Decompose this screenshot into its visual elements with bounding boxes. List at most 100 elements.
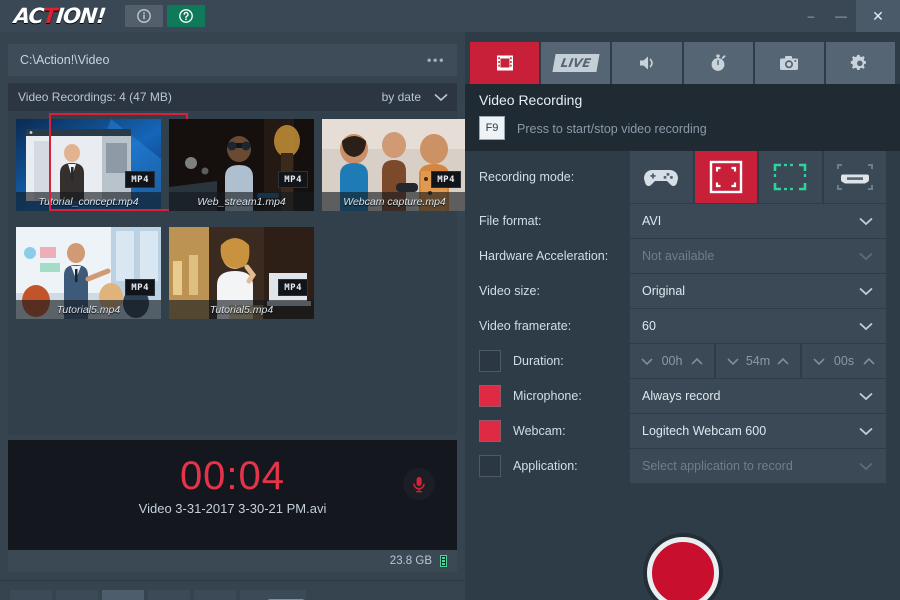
output-path-bar[interactable]: C:\Action!\Video ••• <box>8 44 457 76</box>
panel-tabs: LIVE <box>465 42 900 84</box>
mode-fullscreen[interactable] <box>694 151 757 203</box>
region-icon <box>773 163 807 191</box>
fullscreen-icon <box>709 160 742 194</box>
tab-live[interactable]: LIVE <box>541 42 611 84</box>
hotkey-hint: Press to start/stop video recording <box>517 122 707 136</box>
info-button[interactable] <box>125 5 164 27</box>
duration-minutes-stepper[interactable]: 54m <box>716 344 800 378</box>
app-logo: ACTION! <box>12 4 107 28</box>
microphone-checkbox[interactable] <box>479 385 501 407</box>
list-item[interactable]: MP4 Tutorial5.mp4 <box>169 227 314 319</box>
tab-benchmark[interactable] <box>683 42 753 84</box>
format-badge: MP4 <box>278 279 308 296</box>
sort-control[interactable]: by date <box>382 83 449 111</box>
application-select[interactable]: Select application to record <box>630 449 886 483</box>
help-button[interactable] <box>167 5 206 27</box>
tab-video[interactable] <box>470 42 540 84</box>
mode-device[interactable] <box>823 151 886 203</box>
video-framerate-label: Video framerate: <box>479 319 572 333</box>
title-bar-buttons <box>125 5 206 27</box>
webcam-row: Webcam: Logitech Webcam 600 <box>465 414 900 448</box>
free-space-label: 23.8 GB <box>389 555 432 567</box>
mode-games[interactable] <box>630 151 693 203</box>
chevron-down-icon <box>859 427 873 436</box>
chevron-up-icon[interactable] <box>776 357 790 366</box>
format-badge: MP4 <box>431 171 461 188</box>
chevron-up-icon[interactable] <box>690 357 704 366</box>
chevron-down-icon <box>859 252 873 261</box>
list-item-label: Tutorial_concept.mp4 <box>16 192 161 211</box>
recordings-grid: MP4 Tutorial_concept.mp4 MP4 Web_stream1… <box>8 111 467 435</box>
duration-hours-value: 00h <box>661 354 683 368</box>
chevron-down-icon[interactable] <box>640 357 654 366</box>
hotkey-badge[interactable]: F9 <box>479 116 505 140</box>
mode-region[interactable] <box>759 151 822 203</box>
list-item[interactable]: MP4 Tutorial_concept.mp4 <box>16 119 161 211</box>
chevron-down-icon <box>859 217 873 226</box>
video-framerate-select[interactable]: 60 <box>630 309 886 343</box>
ellipsis-icon[interactable]: ••• <box>427 54 445 67</box>
hardware-acceleration-select: Not available <box>630 239 886 273</box>
recording-mode-label: Recording mode: <box>479 170 575 184</box>
chevron-up-icon[interactable] <box>862 357 876 366</box>
recording-preview: 00:04 Video 3-31-2017 3-30-21 PM.avi <box>8 440 457 550</box>
video-size-label: Video size: <box>479 284 540 298</box>
format-badge: MP4 <box>278 171 308 188</box>
chevron-down-icon <box>434 93 448 102</box>
storage-status-bar: 23.8 GB <box>8 550 457 572</box>
minimize-button[interactable]: – <box>796 0 826 32</box>
close-button[interactable]: ✕ <box>856 0 900 32</box>
hardware-acceleration-row: Hardware Acceleration: Not available <box>465 239 900 273</box>
film-strip-icon <box>496 55 513 71</box>
file-format-label: File format: <box>479 214 542 228</box>
duration-seconds-stepper[interactable]: 00s <box>802 344 886 378</box>
upload-button[interactable] <box>148 589 190 600</box>
microphone-value: Always record <box>642 389 721 403</box>
chevron-down-icon[interactable] <box>726 357 740 366</box>
recording-mode-row: Recording mode: <box>465 151 900 203</box>
list-item[interactable]: MP4 Web_stream1.mp4 <box>169 119 314 211</box>
open-folder-button[interactable] <box>102 589 144 600</box>
video-size-select[interactable]: Original <box>630 274 886 308</box>
recording-filename: Video 3-31-2017 3-30-21 PM.avi <box>138 501 327 516</box>
record-button[interactable] <box>646 537 719 600</box>
output-path-value: C:\Action!\Video <box>20 53 110 67</box>
maximize-button[interactable]: — <box>826 0 856 32</box>
tab-settings[interactable] <box>825 42 896 84</box>
tab-screenshot[interactable] <box>754 42 824 84</box>
chevron-down-icon <box>859 287 873 296</box>
delete-button[interactable] <box>10 589 52 600</box>
speaker-icon <box>639 56 653 70</box>
facebook-button[interactable] <box>194 589 236 600</box>
file-format-row: File format: AVI <box>465 204 900 238</box>
info-icon <box>137 9 152 23</box>
video-framerate-row: Video framerate: 60 <box>465 309 900 343</box>
tab-audio[interactable] <box>612 42 682 84</box>
duration-checkbox[interactable] <box>479 350 501 372</box>
file-format-select[interactable]: AVI <box>630 204 886 238</box>
application-checkbox[interactable] <box>479 455 501 477</box>
duration-hours-stepper[interactable]: 00h <box>630 344 714 378</box>
youtube-button[interactable]: You Tube <box>240 589 306 600</box>
list-item[interactable]: MP4 Webcam capture.mp4 <box>322 119 467 211</box>
title-bar: ACTION! – — ✕ <box>0 0 900 32</box>
list-item-label: Tutorial5.mp4 <box>169 300 314 319</box>
list-item-label: Web_stream1.mp4 <box>169 192 314 211</box>
play-button[interactable] <box>56 589 98 600</box>
list-item-label: Webcam capture.mp4 <box>322 192 467 211</box>
recording-mode-options <box>630 151 886 203</box>
microphone-select[interactable]: Always record <box>630 379 886 413</box>
help-icon <box>179 9 194 23</box>
list-item[interactable]: MP4 Tutorial5.mp4 <box>16 227 161 319</box>
chevron-down-icon <box>859 462 873 471</box>
webcam-select[interactable]: Logitech Webcam 600 <box>630 414 886 448</box>
settings-list: Recording mode: File format: AVI Hardwar… <box>465 151 900 484</box>
hdmi-device-icon <box>836 164 873 190</box>
microphone-icon <box>413 477 425 493</box>
webcam-checkbox[interactable] <box>479 420 501 442</box>
duration-row: Duration: 00h 54m 00s <box>465 344 900 378</box>
camera-icon <box>780 56 799 70</box>
chevron-down-icon[interactable] <box>812 357 826 366</box>
video-size-row: Video size: Original <box>465 274 900 308</box>
application-value: Select application to record <box>642 459 793 473</box>
